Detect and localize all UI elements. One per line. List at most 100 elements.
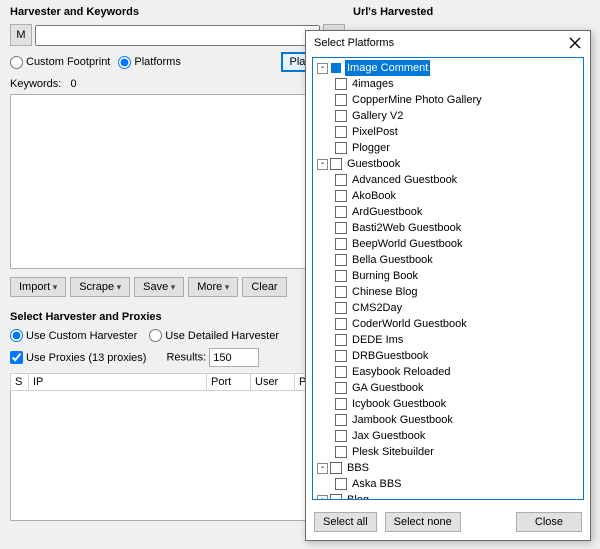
tree-category[interactable]: - Image Comment <box>315 60 581 76</box>
tree-item[interactable]: DEDE Ims <box>315 332 581 348</box>
select-none-button[interactable]: Select none <box>385 512 461 532</box>
checkbox-icon[interactable] <box>335 94 347 106</box>
tree-category[interactable]: - BBS <box>315 460 581 476</box>
col-user[interactable]: User <box>251 374 295 391</box>
tree-item[interactable]: Icybook Guestbook <box>315 396 581 412</box>
col-ip[interactable]: IP <box>29 374 207 391</box>
tree-item[interactable]: GA Guestbook <box>315 380 581 396</box>
tree-item[interactable]: Bella Guestbook <box>315 252 581 268</box>
checkbox-icon[interactable] <box>335 110 347 122</box>
tree-item[interactable]: Aska BBS <box>315 476 581 492</box>
checkbox-icon[interactable] <box>335 414 347 426</box>
checkbox-icon[interactable] <box>330 62 342 74</box>
checkbox-icon[interactable] <box>335 78 347 90</box>
expand-icon[interactable]: - <box>317 495 328 500</box>
checkbox-icon[interactable] <box>335 318 347 330</box>
tree-item[interactable]: Easybook Reloaded <box>315 364 581 380</box>
clear-button[interactable]: Clear <box>242 277 286 297</box>
proxies-table: S IP Port User Pass <box>10 373 345 391</box>
checkbox-icon[interactable] <box>335 254 347 266</box>
tree-item[interactable]: Plesk Sitebuilder <box>315 444 581 460</box>
tree-item[interactable]: Jax Guestbook <box>315 428 581 444</box>
tree-item-label: Guestbook <box>345 156 402 172</box>
keywords-count: 0 <box>71 78 77 90</box>
tree-item[interactable]: Gallery V2 <box>315 108 581 124</box>
proxies-heading: Select Harvester and Proxies <box>10 307 345 329</box>
m-button[interactable]: M <box>10 24 32 46</box>
platforms-radio[interactable]: Platforms <box>118 56 180 69</box>
expand-icon[interactable]: - <box>317 463 328 474</box>
proxies-table-body[interactable] <box>10 391 345 521</box>
tree-item[interactable]: Chinese Blog <box>315 284 581 300</box>
checkbox-icon[interactable] <box>330 494 342 499</box>
checkbox-icon[interactable] <box>335 446 347 458</box>
checkbox-icon[interactable] <box>335 398 347 410</box>
use-detailed-harvester-radio[interactable]: Use Detailed Harvester <box>149 329 279 342</box>
keywords-label: Keywords: <box>10 78 61 90</box>
checkbox-icon[interactable] <box>330 462 342 474</box>
close-icon[interactable] <box>568 36 582 50</box>
tree-item[interactable]: ArdGuestbook <box>315 204 581 220</box>
close-button[interactable]: Close <box>516 512 582 532</box>
checkbox-icon[interactable] <box>335 302 347 314</box>
scrape-button[interactable]: Scrape <box>70 277 130 297</box>
tree-item[interactable]: BeepWorld Guestbook <box>315 236 581 252</box>
tree-item-label: BBS <box>345 460 371 476</box>
tree-item[interactable]: Burning Book <box>315 268 581 284</box>
checkbox-icon[interactable] <box>335 286 347 298</box>
tree-item[interactable]: Basti2Web Guestbook <box>315 220 581 236</box>
expand-icon[interactable]: - <box>317 63 328 74</box>
save-button[interactable]: Save <box>134 277 184 297</box>
tree-item[interactable]: Plogger <box>315 140 581 156</box>
tree-category[interactable]: -Blog <box>315 492 581 499</box>
tree-item[interactable]: CMS2Day <box>315 300 581 316</box>
checkbox-icon[interactable] <box>335 382 347 394</box>
results-input[interactable] <box>209 348 259 367</box>
tree-item[interactable]: Jambook Guestbook <box>315 412 581 428</box>
import-button[interactable]: Import <box>10 277 66 297</box>
checkbox-icon[interactable] <box>335 190 347 202</box>
tree-item-label: Image Comment <box>345 60 430 76</box>
dialog-title: Select Platforms <box>314 37 394 49</box>
checkbox-icon[interactable] <box>335 222 347 234</box>
col-s[interactable]: S <box>11 374 29 391</box>
results-label: Results: <box>166 352 206 364</box>
keywords-textarea[interactable] <box>10 94 345 269</box>
checkbox-icon[interactable] <box>335 126 347 138</box>
tree-item[interactable]: CoderWorld Guestbook <box>315 316 581 332</box>
tree-item[interactable]: Advanced Guestbook <box>315 172 581 188</box>
tree-item-label: Basti2Web Guestbook <box>350 220 463 236</box>
tree-item-label: CopperMine Photo Gallery <box>350 92 484 108</box>
expand-icon[interactable]: - <box>317 159 328 170</box>
checkbox-icon[interactable] <box>335 142 347 154</box>
tree-item-label: CMS2Day <box>350 300 404 316</box>
checkbox-icon[interactable] <box>335 478 347 490</box>
custom-footprint-radio[interactable]: Custom Footprint <box>10 56 110 69</box>
platforms-tree[interactable]: - Image Comment4imagesCopperMine Photo Ga… <box>313 58 583 499</box>
checkbox-icon[interactable] <box>335 270 347 282</box>
tree-item-label: GA Guestbook <box>350 380 426 396</box>
checkbox-icon[interactable] <box>330 158 342 170</box>
tree-item[interactable]: AkoBook <box>315 188 581 204</box>
checkbox-icon[interactable] <box>335 206 347 218</box>
checkbox-icon[interactable] <box>335 174 347 186</box>
harvester-keywords-heading: Harvester and Keywords <box>10 2 345 24</box>
use-proxies-checkbox[interactable]: Use Proxies (13 proxies) <box>10 351 146 364</box>
more-button[interactable]: More <box>188 277 238 297</box>
col-port[interactable]: Port <box>207 374 251 391</box>
tree-item[interactable]: DRBGuestbook <box>315 348 581 364</box>
checkbox-icon[interactable] <box>335 334 347 346</box>
tree-item-label: PixelPost <box>350 124 400 140</box>
tree-item[interactable]: 4images <box>315 76 581 92</box>
checkbox-icon[interactable] <box>335 366 347 378</box>
select-all-button[interactable]: Select all <box>314 512 377 532</box>
checkbox-icon[interactable] <box>335 238 347 250</box>
tree-item[interactable]: CopperMine Photo Gallery <box>315 92 581 108</box>
use-custom-harvester-radio[interactable]: Use Custom Harvester <box>10 329 137 342</box>
tree-item[interactable]: PixelPost <box>315 124 581 140</box>
checkbox-icon[interactable] <box>335 430 347 442</box>
footprint-select[interactable] <box>35 25 320 46</box>
tree-category[interactable]: - Guestbook <box>315 156 581 172</box>
tree-item-label: Plesk Sitebuilder <box>350 444 436 460</box>
checkbox-icon[interactable] <box>335 350 347 362</box>
